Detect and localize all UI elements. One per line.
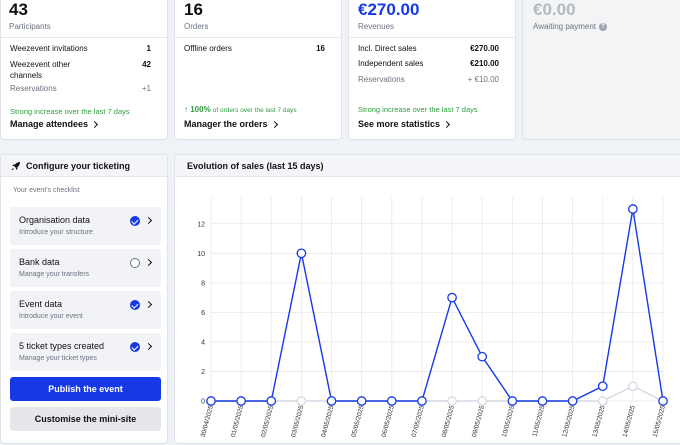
x-tick-label: 15/05/2025 [652,404,667,438]
checklist-label: Your event's checklist [13,187,80,194]
orders-row-offline: Offline orders 16 [184,44,325,53]
data-point [597,381,608,392]
data-point [567,396,578,406]
chevron-right-icon [270,120,278,128]
manage-attendees-link[interactable]: Manage attendees [10,119,99,129]
y-tick-label: 8 [201,280,205,287]
data-point [658,396,668,406]
data-point [206,396,216,406]
revenues-card: €270.00 Revenues Incl. Direct sales €270.… [348,0,516,140]
x-tick-label: 08/05/2025 [441,404,456,438]
checklist-item-ticket-types[interactable]: 5 ticket types created Manage your ticke… [10,333,161,371]
data-point [447,396,457,406]
orders-label: Orders [184,22,209,31]
data-point [417,396,427,406]
data-point [477,396,488,406]
x-tick-label: 13/05/2025 [591,404,606,438]
sales-chart-title: Evolution of sales (last 15 days) [187,161,324,171]
participants-row-other: Weezevent other channels 42 [10,60,151,80]
sales-line-chart: 0 2 4 6 8 10 12 30/04/2025 01/05/2025 02/05/2025 0… [197,197,668,438]
x-tick-label: 07/05/2025 [411,404,426,438]
participants-row-reservations: Reservations +1 [10,84,151,93]
data-point [296,248,307,259]
data-point [507,396,518,406]
data-point [236,396,246,406]
data-point [477,351,488,362]
x-tick-label: 04/05/2025 [320,404,335,438]
participants-count: 43 [9,0,28,19]
series-line [211,385,664,402]
participants-row-invitations: Weezevent invitations 1 [10,44,151,53]
x-tick-label: 14/05/2025 [622,404,637,438]
chevron-right-icon [144,216,153,225]
ticketing-panel: Configure your ticketing Your event's ch… [0,154,168,444]
rocket-icon [11,162,20,171]
participants-trend: Strong increase over the last 7 days [10,107,130,116]
checklist-item-event[interactable]: Event data Introduce your event [10,291,161,329]
awaiting-payment-label: Awaiting payment ? [533,22,607,31]
series-line [211,208,664,402]
x-tick-label: 03/05/2025 [290,404,305,438]
x-tick-label: 11/05/2025 [531,404,546,437]
checklist-item-bank[interactable]: Bank data Manage your transfers [10,249,161,287]
y-tick-label: 6 [201,310,205,317]
participants-card: 43 Participants Weezevent invitations 1 W… [0,0,168,140]
check-done-icon [130,342,140,352]
revenues-label: Revenues [358,22,395,31]
manage-orders-link[interactable]: Manager the orders [184,119,278,129]
x-tick-label: 30/04/2025 [200,404,215,438]
checklist-item-organisation[interactable]: Organisation data Introduce your structu… [10,207,161,245]
customise-minisite-button[interactable]: Customise the mini-site [10,407,161,431]
data-point [266,396,277,406]
sales-chart-header: Evolution of sales (last 15 days) [175,155,680,177]
revenues-row-reservations: Reservations + €10.00 [358,75,499,84]
x-tick-label: 06/05/2025 [381,404,396,438]
ticketing-title: Configure your ticketing [26,161,131,171]
data-point [326,396,337,406]
check-pending-icon [130,258,140,268]
chevron-right-icon [144,342,153,351]
data-point [628,204,638,214]
data-point [356,396,367,406]
data-point [386,396,397,406]
chevron-right-icon [144,258,153,267]
chevron-right-icon [144,300,153,309]
orders-card: 16 Orders Offline orders 16 ↑ 100% of ord… [174,0,342,140]
data-point [537,396,548,406]
x-tick-label: 10/05/2025 [501,404,516,438]
check-done-icon [130,300,140,310]
data-point [447,292,457,303]
y-tick-label: 0 [201,399,205,406]
ticketing-header: Configure your ticketing [1,155,167,177]
chevron-right-icon [90,120,99,128]
revenues-trend: Strong increase over the last 7 days [358,105,478,114]
check-done-icon [130,216,140,226]
data-point [628,381,638,392]
data-point [296,396,307,406]
orders-count: 16 [184,0,203,19]
y-tick-label: 2 [201,369,205,376]
x-tick-label: 09/05/2025 [471,404,486,438]
y-tick-label: 12 [197,221,205,228]
publish-event-button[interactable]: Publish the event [10,377,161,401]
x-tick-label: 12/05/2025 [561,404,576,438]
x-tick-label: 01/05/2025 [230,404,245,438]
y-tick-label: 4 [201,339,205,346]
awaiting-payment-amount: €0.00 [533,0,576,19]
y-tick-label: 10 [197,251,205,258]
chevron-right-icon [443,120,451,128]
awaiting-payment-card: €0.00 Awaiting payment ? [522,0,680,140]
help-icon[interactable]: ? [599,22,607,31]
x-tick-label: 02/05/2025 [260,404,275,438]
sales-chart-panel: Evolution of sales (last 15 days) 0 2 4 6 8 1… [174,154,680,444]
orders-trend: ↑ 100% of orders over the last 7 days [184,105,297,114]
data-point [597,396,608,406]
revenues-row-direct: Incl. Direct sales €270.00 [358,44,499,53]
revenues-amount: €270.00 [358,0,420,19]
revenues-row-independent: Independent sales €210.00 [358,59,499,68]
participants-label: Participants [9,22,51,31]
see-statistics-link[interactable]: See more statistics [358,119,451,129]
x-tick-label: 05/05/2025 [350,404,365,438]
